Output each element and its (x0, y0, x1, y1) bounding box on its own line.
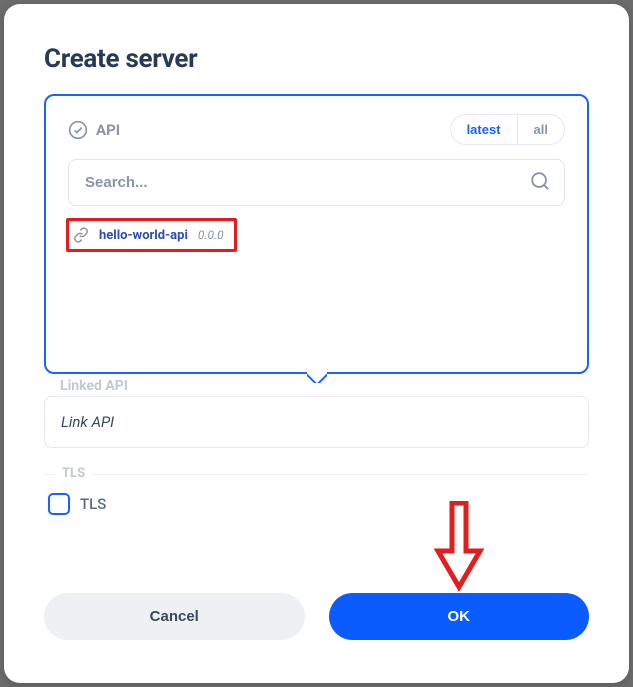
page-title: Create server (44, 44, 589, 74)
api-label-text: API (96, 121, 120, 139)
cancel-button[interactable]: Cancel (44, 593, 305, 640)
search-wrap (68, 159, 565, 206)
check-circle-icon (68, 120, 88, 140)
result-name: hello-world-api (99, 228, 188, 243)
button-row: Cancel OK (44, 593, 589, 640)
link-icon (73, 227, 89, 243)
tls-checkbox[interactable] (48, 493, 70, 515)
ok-button[interactable]: OK (329, 593, 590, 640)
dropdown-header: API latest all (68, 114, 565, 145)
tls-section: TLS TLS (44, 474, 589, 515)
filter-latest-button[interactable]: latest (451, 115, 518, 144)
api-dropdown-panel: API latest all hello (44, 94, 589, 374)
tls-row: TLS (44, 493, 589, 515)
search-input[interactable] (68, 159, 565, 206)
linked-api-input[interactable]: Link API (44, 396, 589, 448)
result-version: 0.0.0 (198, 228, 224, 242)
version-filter-toggle: latest all (450, 114, 565, 145)
linked-api-field: Linked API Link API (44, 378, 589, 448)
tls-checkbox-label: TLS (80, 495, 106, 513)
search-icon (529, 170, 551, 196)
create-server-modal: Create server API latest all (4, 4, 629, 683)
dropdown-caret-icon (307, 372, 327, 383)
filter-all-button[interactable]: all (518, 115, 564, 144)
tls-legend: TLS (56, 466, 91, 481)
api-result-item[interactable]: hello-world-api 0.0.0 (66, 218, 237, 252)
api-section-label: API (68, 120, 120, 140)
